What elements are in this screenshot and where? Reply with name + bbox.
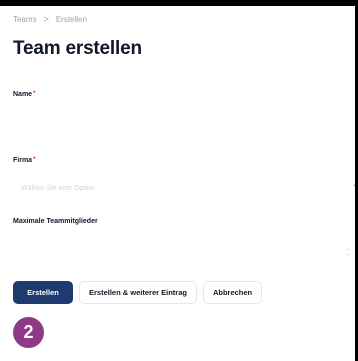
step-number-badge: 2 bbox=[13, 317, 44, 348]
breadcrumb: Teams > Erstellen bbox=[13, 14, 87, 24]
number-stepper-icon[interactable] bbox=[345, 247, 351, 257]
chevron-down-icon bbox=[353, 184, 355, 187]
name-label-text: Name bbox=[13, 91, 33, 98]
name-input[interactable] bbox=[13, 107, 355, 131]
form-actions: Erstellen Erstellen & weiterer Eintrag A… bbox=[13, 281, 263, 304]
create-team-page: Teams > Erstellen Team erstellen Name* F… bbox=[0, 6, 355, 361]
breadcrumb-item-create: Erstellen bbox=[55, 14, 87, 24]
company-label-text: Firma bbox=[13, 157, 33, 164]
cancel-button[interactable]: Abbrechen bbox=[202, 281, 263, 304]
max-members-input[interactable] bbox=[13, 238, 355, 262]
company-select[interactable]: Wählen Sie eine Option bbox=[13, 177, 355, 199]
create-another-button[interactable]: Erstellen & weiterer Eintrag bbox=[79, 281, 197, 304]
name-label: Name* bbox=[13, 91, 35, 98]
max-members-label: Maximale Teammitglieder bbox=[13, 218, 98, 225]
company-label: Firma* bbox=[13, 157, 35, 164]
page-title: Team erstellen bbox=[13, 38, 142, 59]
company-required-mark: * bbox=[33, 157, 36, 163]
max-members-label-text: Maximale Teammitglieder bbox=[13, 218, 98, 225]
breadcrumb-separator: > bbox=[43, 14, 49, 24]
name-required-mark: * bbox=[33, 91, 36, 97]
company-select-placeholder: Wählen Sie eine Option bbox=[21, 184, 95, 192]
breadcrumb-item-teams[interactable]: Teams bbox=[13, 15, 37, 24]
create-button[interactable]: Erstellen bbox=[13, 281, 73, 304]
